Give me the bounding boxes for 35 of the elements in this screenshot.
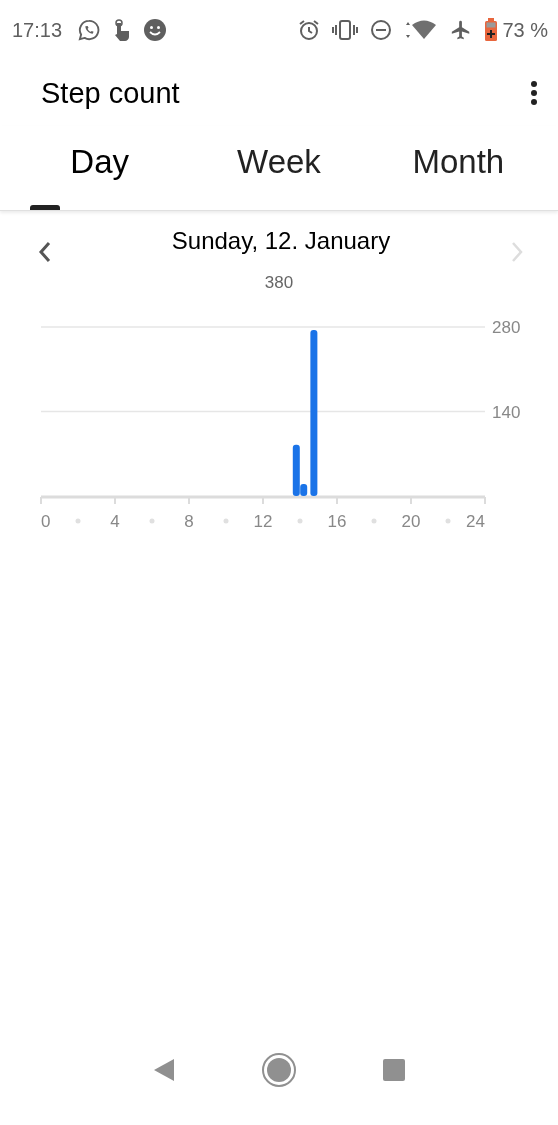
do-not-disturb-icon [370,19,393,41]
date-title: Sunday, 12. January [171,227,391,255]
back-icon[interactable] [152,1057,177,1083]
chat-bubble-icon [78,19,101,41]
wifi-icon [404,19,439,41]
tick-dot [149,518,155,524]
smiley-icon [144,19,167,41]
x-tick-label: 12 [253,512,273,531]
x-tick-label: 8 [184,512,194,531]
tab[interactable]: Week [189,126,369,210]
tick-dot [297,518,303,524]
alarm-icon [298,19,321,41]
tab[interactable]: Day [10,126,190,210]
step-total: 380 [264,273,294,293]
more-menu-icon[interactable] [530,80,538,106]
x-tick-label: 0 [41,512,51,531]
tab[interactable]: Month [368,126,548,210]
battery-icon [484,18,499,42]
recents-icon[interactable] [381,1058,406,1082]
app-title: Step count [41,76,181,110]
x-tick-label: 20 [401,512,421,531]
x-tick-label: 24 [466,512,485,531]
tick-dot [371,518,377,524]
tick-dot [223,518,229,524]
tab-indicator [29,205,60,210]
y-tick-label: 140 [492,402,521,422]
tick-dot [445,518,451,524]
tick-dot [75,518,81,524]
x-tick-label: 16 [327,512,347,531]
x-tick-label: 4 [110,512,120,531]
home-icon[interactable] [261,1052,297,1088]
battery-percent: 73 % [502,18,548,42]
vibrate-icon [332,19,359,41]
clock: 17:13 [12,18,63,42]
y-tick-label: 280 [492,318,521,337]
